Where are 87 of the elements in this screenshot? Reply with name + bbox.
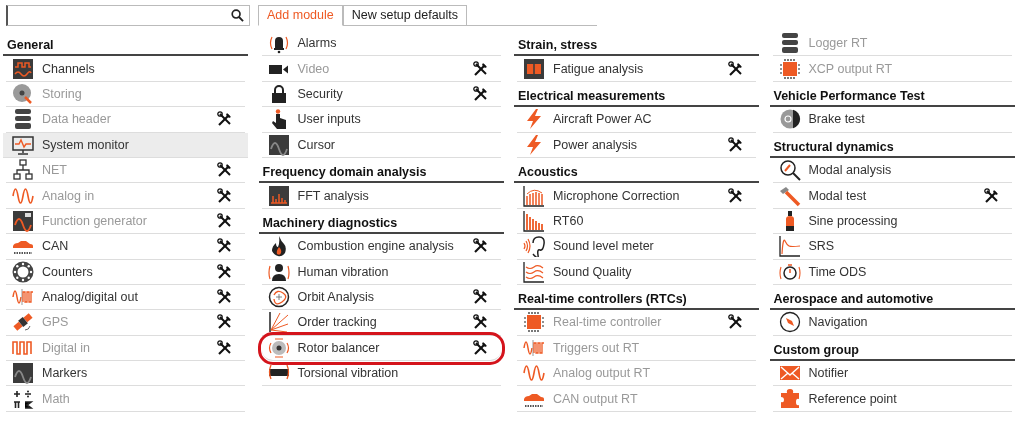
- module-item[interactable]: FFT analysis: [261, 183, 501, 209]
- wheel-icon: [778, 108, 801, 131]
- section-heading: Custom group: [769, 335, 1015, 362]
- wave-panel-icon: [267, 133, 290, 156]
- module-item[interactable]: RT60: [517, 208, 756, 235]
- tools-icon[interactable]: [217, 263, 233, 280]
- search-icon: [231, 9, 244, 22]
- compass-icon: [778, 311, 801, 334]
- section-heading: Frequency domain analysis: [258, 157, 504, 184]
- specimen-panel-icon: [523, 57, 545, 80]
- module-item[interactable]: Combustion engine analysis: [261, 234, 501, 260]
- database-icon: [12, 108, 34, 131]
- ring-icon: [12, 260, 34, 283]
- tools-icon[interactable]: [472, 238, 489, 255]
- tab[interactable]: New setup defaults: [342, 5, 468, 26]
- chip-icon: [523, 311, 545, 334]
- satellite-icon: [12, 311, 34, 334]
- module-item[interactable]: Microphone Correction: [517, 183, 756, 209]
- module-item[interactable]: Reference point: [772, 386, 1012, 412]
- module-item[interactable]: Sound level meter: [517, 234, 756, 260]
- section-heading: Aerospace and automotive: [769, 284, 1015, 311]
- module-item[interactable]: Order tracking: [261, 310, 501, 336]
- hammer-icon: [778, 184, 801, 207]
- module-item[interactable]: Security: [261, 81, 501, 108]
- section-heading: Acoustics: [514, 157, 759, 184]
- bar-chart-icon: [523, 184, 545, 207]
- curve-chart-icon: [523, 260, 545, 283]
- module-item[interactable]: Time ODS: [772, 259, 1012, 285]
- tools-icon[interactable]: [472, 339, 489, 356]
- module-item[interactable]: Notifier: [772, 361, 1012, 387]
- module-item[interactable]: Orbit Analysis: [261, 284, 501, 311]
- module-item[interactable]: Sound Quality: [517, 259, 756, 285]
- module-item[interactable]: Power analysis: [517, 132, 756, 158]
- module-item[interactable]: Alarms: [261, 31, 501, 57]
- tools-icon[interactable]: [217, 238, 233, 255]
- tab[interactable]: Add module: [258, 5, 343, 26]
- search-field[interactable]: [6, 5, 250, 26]
- module-item[interactable]: Aircraft Power AC: [517, 107, 756, 133]
- module-item[interactable]: Analog/digital out: [6, 284, 245, 311]
- chip-icon: [778, 57, 801, 80]
- tools-icon[interactable]: [472, 85, 489, 102]
- orbit-icon: [267, 286, 290, 309]
- rays-icon: [267, 311, 290, 334]
- tools-icon[interactable]: [472, 314, 489, 331]
- module-item[interactable]: Human vibration: [261, 259, 501, 285]
- monitor-icon: [12, 133, 34, 156]
- module-item[interactable]: Fatigue analysis: [517, 56, 756, 82]
- rotor-icon: [267, 336, 290, 359]
- module-item[interactable]: CAN: [6, 234, 245, 260]
- module-item[interactable]: Modal analysis: [772, 157, 1012, 184]
- tools-icon[interactable]: [983, 187, 1000, 204]
- module-item[interactable]: Counters: [6, 259, 245, 285]
- disc-icon: [12, 82, 34, 105]
- section-heading: Strain, stress: [514, 31, 759, 57]
- section-heading: Structural dynamics: [769, 132, 1015, 158]
- module-item[interactable]: SRS: [772, 234, 1012, 260]
- function-generator-icon: [12, 209, 34, 232]
- module-item[interactable]: Navigation: [772, 310, 1012, 336]
- spectrum-panel-icon: [267, 184, 290, 207]
- module-item[interactable]: Cursor: [261, 132, 501, 158]
- module-item[interactable]: Sine processing: [772, 208, 1012, 235]
- tools-icon[interactable]: [728, 187, 744, 204]
- section-heading: Electrical measurements: [514, 81, 759, 108]
- tools-icon[interactable]: [728, 60, 744, 77]
- section-heading: Machinery diagnostics: [258, 208, 504, 235]
- network-icon: [12, 159, 34, 182]
- wave-panel-icon: [12, 362, 34, 385]
- magnifier-icon: [778, 159, 801, 182]
- tools-icon[interactable]: [472, 289, 489, 306]
- puzzle-piece-icon: [778, 387, 801, 410]
- tools-icon[interactable]: [217, 289, 233, 306]
- module-item[interactable]: Channels: [6, 56, 245, 82]
- ear-icon: [523, 235, 545, 258]
- channels-icon: [12, 57, 34, 80]
- module-item[interactable]: Rotor balancer: [261, 335, 501, 362]
- section-heading: Vehicle Performance Test: [769, 81, 1015, 108]
- tools-icon[interactable]: [728, 136, 744, 153]
- section-heading: General: [3, 31, 248, 57]
- module-item[interactable]: Modal test: [772, 183, 1012, 209]
- module-item[interactable]: Torsional vibration: [261, 361, 501, 387]
- module-item[interactable]: System monitor: [3, 132, 248, 158]
- module-item[interactable]: Brake test: [772, 107, 1012, 133]
- section-heading: Real-time controllers (RTCs): [514, 284, 759, 311]
- decay-chart-icon: [778, 235, 801, 258]
- bar-chart-icon: [523, 209, 545, 232]
- module-item[interactable]: Markers: [6, 361, 245, 387]
- module-item[interactable]: User inputs: [261, 107, 501, 133]
